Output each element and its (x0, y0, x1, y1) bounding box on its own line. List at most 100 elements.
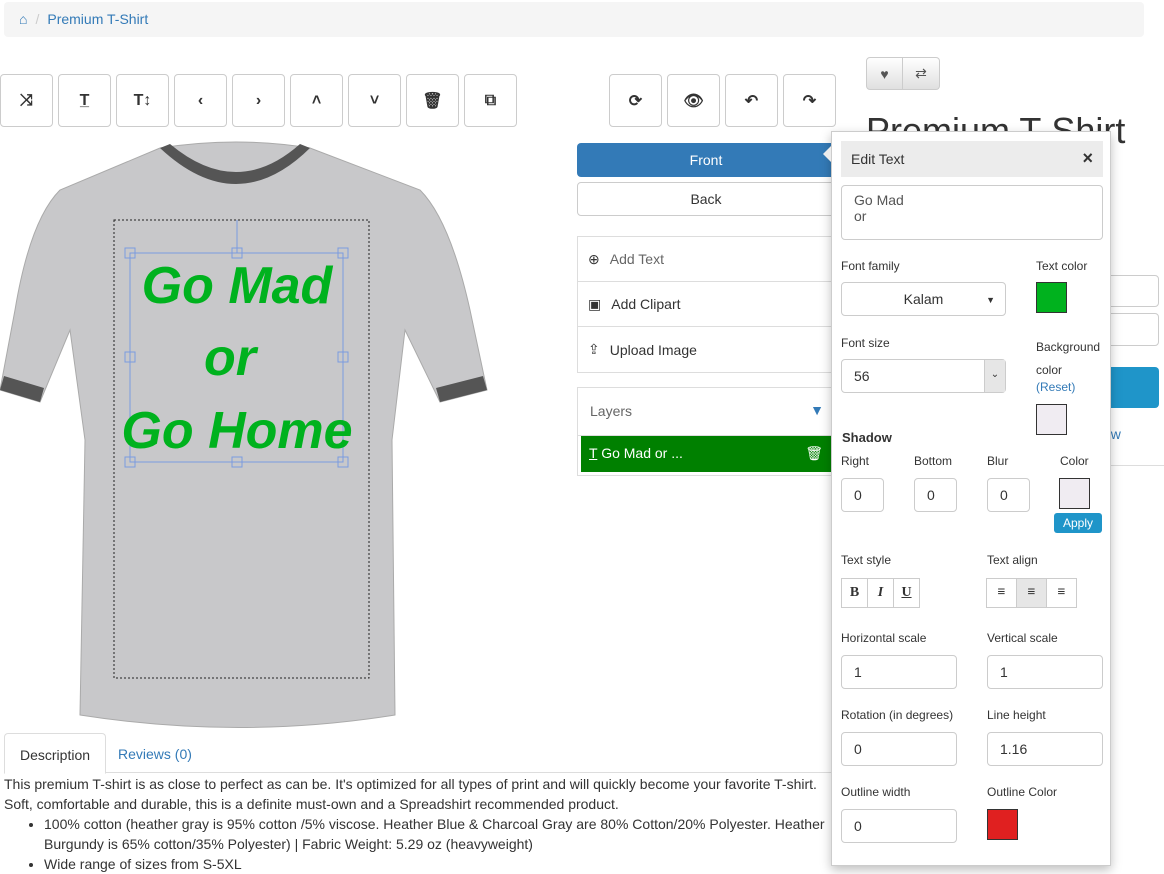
shadow-right-label: Right (841, 454, 870, 468)
copy-button[interactable]: ⧉ (464, 74, 517, 127)
layer-item[interactable]: T Go Mad or ... 🗑 (581, 436, 831, 472)
line-height-label: Line height (987, 708, 1046, 722)
chevron-left-button[interactable]: ‹ (174, 74, 227, 127)
popover-title: Edit Text (851, 151, 905, 167)
design-text-line[interactable]: Go Home (121, 402, 352, 460)
undo-icon: ↶ (744, 92, 759, 110)
vertical-scale-input[interactable]: 1 (987, 655, 1103, 689)
add-clipart-label: Add Clipart (611, 296, 681, 312)
tshirt-canvas[interactable]: Go Mad or Go Home (0, 140, 490, 732)
italic-button[interactable]: I (867, 578, 894, 608)
description-bullet: Wide range of sizes from S-5XL (44, 854, 834, 874)
horizontal-scale-label: Horizontal scale (841, 631, 927, 645)
redo-icon: ↷ (802, 92, 817, 110)
chevron-up-icon: ˄ (311, 91, 322, 109)
design-text-line[interactable]: Go Mad (142, 257, 334, 315)
redo-button[interactable]: ↷ (783, 74, 836, 127)
text-style-label: Text style (841, 553, 892, 567)
chevron-right-button[interactable]: › (232, 74, 285, 127)
underline-button[interactable]: U (893, 578, 920, 608)
horizontal-scale-input[interactable]: 1 (841, 655, 957, 689)
chevron-down-button[interactable]: ˅ (348, 74, 401, 127)
close-icon[interactable]: × (1082, 148, 1093, 169)
shadow-right-input[interactable]: 0 (841, 478, 884, 512)
layers-panel: Layers ▼ T Go Mad or ... 🗑 (577, 387, 835, 476)
outline-width-input[interactable]: 0 (841, 809, 957, 843)
font-family-select[interactable]: Kalam ▼ (841, 282, 1006, 316)
upload-image-label: Upload Image (609, 341, 697, 358)
add-text-label: Add Text (609, 251, 664, 267)
outline-width-label: Outline width (841, 785, 911, 799)
font-size-label: Font size (841, 336, 890, 350)
text-align-group: ≡ ≡ ≡ (986, 578, 1077, 608)
home-icon[interactable]: ⌂ (19, 11, 27, 27)
rotation-label: Rotation (in degrees) (841, 708, 954, 722)
font-size-select[interactable]: 56 ⌄ (841, 359, 1006, 393)
shuffle-button[interactable]: ⤨ (0, 74, 53, 127)
text-button[interactable]: T̲ (58, 74, 111, 127)
caret-down-icon: ▼ (986, 295, 995, 305)
description-text: This premium T-shirt is as close to perf… (4, 776, 817, 812)
add-menu: ⊕ Add Text ▣ Add Clipart ⇪ Upload Image (577, 236, 835, 373)
shadow-bottom-input[interactable]: 0 (914, 478, 957, 512)
tab-reviews[interactable]: Reviews (0) (103, 733, 207, 774)
shadow-blur-input[interactable]: 0 (987, 478, 1030, 512)
trash-icon[interactable]: 🗑 (805, 445, 823, 463)
breadcrumb: ⌂ / Premium T-Shirt (4, 2, 1144, 37)
description-bullet: 100% cotton (heather gray is 95% cotton … (44, 814, 834, 854)
text-color-swatch[interactable] (1036, 282, 1067, 313)
chevron-down-icon: ˅ (369, 91, 380, 109)
font-family-value: Kalam (903, 291, 944, 307)
popover-arrow (823, 146, 831, 162)
add-clipart-item[interactable]: ▣ Add Clipart (578, 282, 834, 327)
reset-bg-link[interactable]: (Reset) (1036, 380, 1075, 394)
align-center-icon[interactable]: ≡ (1016, 578, 1047, 608)
eye-button[interactable]: 👁 (667, 74, 720, 127)
upload-image-item[interactable]: ⇪ Upload Image (578, 327, 834, 372)
bold-button[interactable]: B (841, 578, 868, 608)
chevron-left-icon: ‹ (197, 91, 204, 109)
text-height-button[interactable]: T↕ (116, 74, 169, 127)
outline-color-swatch[interactable] (987, 809, 1018, 840)
plus-circle-icon: ⊕ (588, 250, 600, 267)
undo-button[interactable]: ↶ (725, 74, 778, 127)
text-height-icon: T↕ (133, 91, 152, 109)
tab-description[interactable]: Description (4, 733, 107, 774)
layer-label: Go Mad or ... (601, 445, 683, 461)
design-text-line[interactable]: or (204, 329, 259, 387)
trash-button[interactable]: 🗑 (406, 74, 459, 127)
shadow-color-swatch[interactable] (1059, 478, 1090, 509)
apply-shadow-button[interactable]: Apply (1054, 513, 1102, 533)
chevron-down-icon: ⌄ (984, 360, 1005, 392)
layers-title: Layers (590, 403, 633, 419)
wishlist-button[interactable]: ♥ (866, 57, 903, 90)
add-text-item[interactable]: ⊕ Add Text (578, 237, 834, 282)
popover-header: Edit Text × (841, 141, 1103, 177)
back-side-button[interactable]: Back (577, 182, 835, 216)
shadow-bottom-label: Bottom (914, 454, 953, 468)
bg-color-label: Background color (1036, 340, 1101, 377)
text-content-input[interactable] (841, 185, 1103, 240)
breadcrumb-current[interactable]: Premium T-Shirt (47, 11, 148, 27)
bg-color-swatch[interactable] (1036, 404, 1067, 435)
compare-button[interactable]: ⇄ (903, 57, 940, 90)
rotation-input[interactable]: 0 (841, 732, 957, 766)
refresh-button[interactable]: ⟳ (609, 74, 662, 127)
font-family-label: Font family (841, 259, 900, 273)
layers-header[interactable]: Layers ▼ (578, 388, 834, 436)
product-tabs: Description Reviews (0) (4, 733, 834, 774)
line-height-input[interactable]: 1.16 (987, 732, 1103, 766)
copy-icon: ⧉ (484, 91, 497, 109)
front-side-button[interactable]: Front (577, 143, 835, 177)
align-left-icon[interactable]: ≡ (986, 578, 1017, 608)
outline-color-label: Outline Color (987, 785, 1058, 799)
align-right-icon[interactable]: ≡ (1046, 578, 1077, 608)
upload-icon: ⇪ (588, 341, 600, 357)
shadow-color-label: Color (1060, 454, 1089, 468)
chevron-up-button[interactable]: ˄ (290, 74, 343, 127)
text-color-label: Text color (1036, 259, 1088, 273)
product-actions: ♥ ⇄ (866, 57, 940, 90)
chevron-right-icon: › (255, 91, 262, 109)
breadcrumb-separator: / (35, 11, 40, 27)
vertical-scale-label: Vertical scale (987, 631, 1058, 645)
